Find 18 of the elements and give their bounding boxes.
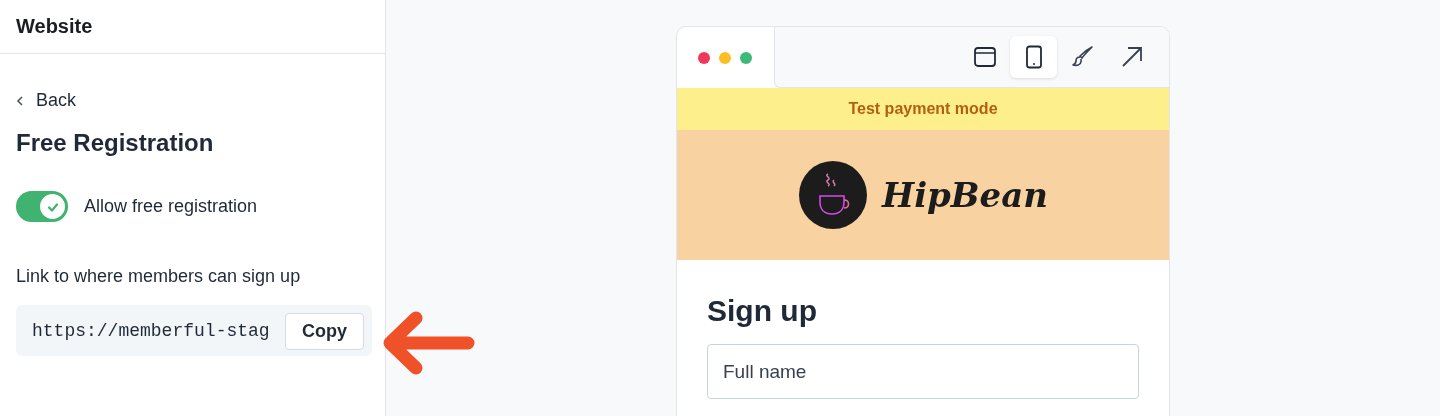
brush-icon — [1070, 45, 1095, 69]
link-field[interactable]: https://memberful-stag Copy — [16, 305, 372, 356]
browser-window-icon — [972, 45, 997, 69]
back-link[interactable]: Back — [16, 90, 77, 111]
name-input[interactable]: Full name — [707, 344, 1139, 399]
toggle-label: Allow free registration — [84, 196, 258, 217]
form-title: Sign up — [707, 294, 818, 328]
panel-title: Website — [16, 15, 93, 38]
field-label: Link to where members can sign up — [16, 266, 302, 287]
brand-name: HipBean — [882, 175, 1048, 215]
copy-button[interactable]: Copy — [285, 313, 364, 350]
section-heading: Free Registration — [16, 129, 215, 157]
test-mode-banner: Test payment mode — [677, 88, 1169, 130]
chevron-left-icon — [16, 94, 24, 107]
mobile-view-button[interactable] — [1010, 36, 1057, 78]
window-dots-icon — [697, 50, 755, 65]
toggle-switch[interactable] — [16, 191, 68, 222]
cup-logo-icon — [798, 160, 869, 230]
